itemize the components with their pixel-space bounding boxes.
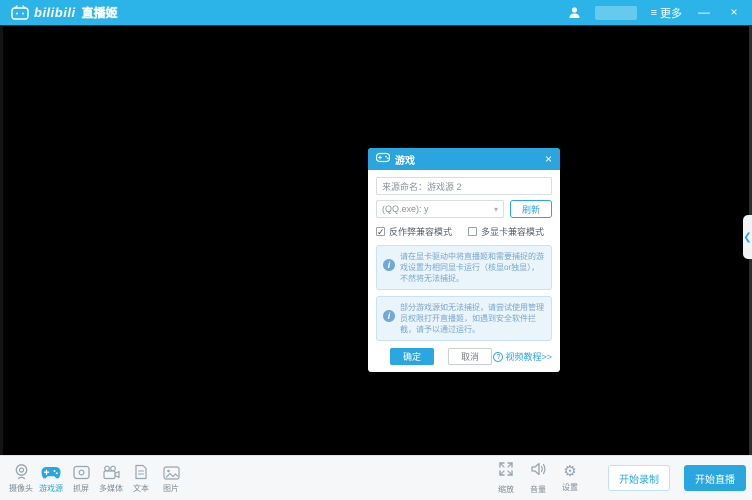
gpu-driver-notice-text: 请在显卡驱动中将直播姬和需要捕捉的游戏设置为相同显卡运行（核显or独显），不然将… bbox=[400, 251, 545, 284]
start-live-button[interactable]: 开始直播 bbox=[684, 465, 746, 491]
question-circle-icon: ? bbox=[493, 352, 503, 362]
multigpu-checkbox[interactable]: 多显卡兼容模式 bbox=[468, 225, 544, 238]
game-source-dialog: 游戏 × 来源命名： 游戏源 2 (QQ.exe): y ▾ 刷新 ✓ 反作弊兼… bbox=[368, 148, 560, 372]
process-select[interactable]: (QQ.exe): y ▾ bbox=[376, 200, 504, 218]
screen-capture-icon bbox=[73, 462, 90, 480]
scale-label: 缩放 bbox=[498, 484, 514, 495]
scale-icon bbox=[498, 461, 514, 482]
source-game-label: 游戏源 bbox=[39, 483, 63, 494]
tv-logo-icon bbox=[10, 5, 30, 20]
info-icon: i bbox=[383, 259, 395, 271]
webcam-icon bbox=[13, 462, 30, 480]
chevron-down-icon: ▾ bbox=[494, 205, 498, 214]
settings-gear-icon: ⚙ bbox=[563, 464, 576, 480]
admin-permission-notice-text: 部分游戏源如无法捕捉，请尝试使用管理员权限打开直播姬，如遇到安全软件拦截，请予以… bbox=[400, 302, 545, 335]
bottom-toolbar: 摄像头 游戏源 抓屏 多媒体 bbox=[0, 455, 752, 500]
refresh-button[interactable]: 刷新 bbox=[510, 200, 552, 218]
logo-product-name: 直播姬 bbox=[82, 4, 118, 21]
source-media-label: 多媒体 bbox=[99, 483, 123, 494]
gamepad-header-icon bbox=[376, 150, 390, 168]
minimize-button[interactable]: — bbox=[696, 0, 712, 25]
settings-label: 设置 bbox=[562, 482, 578, 493]
app-logo: bilibili 直播姬 bbox=[10, 4, 118, 21]
ok-button[interactable]: 确定 bbox=[390, 348, 434, 365]
source-text-button[interactable]: 文本 bbox=[126, 462, 156, 494]
username-redacted[interactable] bbox=[595, 6, 637, 20]
source-camera-label: 摄像头 bbox=[9, 483, 33, 494]
chevron-left-icon: ❮ bbox=[743, 232, 751, 243]
gpu-driver-notice: i 请在显卡驱动中将直播姬和需要捕捉的游戏设置为相同显卡运行（核显or独显），不… bbox=[376, 245, 552, 290]
text-icon bbox=[134, 462, 148, 480]
source-name-input[interactable]: 来源命名： 游戏源 2 bbox=[376, 177, 552, 195]
volume-icon bbox=[530, 461, 547, 482]
side-panel-expand-tab[interactable]: ❮ bbox=[743, 215, 752, 259]
user-avatar-icon[interactable] bbox=[568, 6, 581, 19]
source-camera-button[interactable]: 摄像头 bbox=[6, 462, 36, 494]
hamburger-icon: ≡ bbox=[651, 7, 657, 19]
source-name-label: 来源命名： bbox=[382, 180, 427, 193]
more-menu-button[interactable]: ≡ 更多 bbox=[651, 5, 682, 21]
source-text-label: 文本 bbox=[133, 483, 149, 494]
source-media-button[interactable]: 多媒体 bbox=[96, 462, 126, 494]
checkbox-unchecked-icon bbox=[468, 227, 477, 236]
admin-permission-notice: i 部分游戏源如无法捕捉，请尝试使用管理员权限打开直播姬，如遇到安全软件拦截，请… bbox=[376, 296, 552, 341]
more-label: 更多 bbox=[660, 5, 682, 21]
video-tutorial-link[interactable]: ? 视频教程>> bbox=[493, 350, 552, 363]
anticheat-label: 反作弊兼容模式 bbox=[389, 225, 452, 238]
volume-button[interactable]: 音量 bbox=[522, 461, 554, 495]
dialog-header: 游戏 × bbox=[368, 148, 560, 170]
logo-wordmark: bilibili bbox=[34, 5, 76, 20]
start-record-button[interactable]: 开始录制 bbox=[608, 465, 670, 491]
dialog-title: 游戏 bbox=[395, 152, 415, 167]
video-tutorial-label: 视频教程>> bbox=[505, 350, 552, 363]
close-window-button[interactable]: × bbox=[726, 0, 742, 25]
source-image-button[interactable]: 图片 bbox=[156, 462, 186, 494]
source-screen-capture-label: 抓屏 bbox=[73, 483, 89, 494]
media-camera-icon bbox=[102, 462, 120, 480]
source-screen-capture-button[interactable]: 抓屏 bbox=[66, 462, 96, 494]
source-name-value: 游戏源 2 bbox=[427, 180, 462, 193]
cancel-button[interactable]: 取消 bbox=[448, 348, 492, 365]
source-game-button[interactable]: 游戏源 bbox=[36, 462, 66, 494]
checkbox-checked-icon: ✓ bbox=[376, 227, 385, 236]
volume-label: 音量 bbox=[530, 484, 546, 495]
source-image-label: 图片 bbox=[163, 483, 179, 494]
image-icon bbox=[163, 462, 180, 480]
process-select-value: (QQ.exe): y bbox=[382, 204, 429, 214]
multigpu-label: 多显卡兼容模式 bbox=[481, 225, 544, 238]
settings-button[interactable]: ⚙ 设置 bbox=[554, 464, 586, 493]
dialog-close-icon[interactable]: × bbox=[545, 148, 552, 170]
info-icon: i bbox=[383, 310, 395, 322]
titlebar: bilibili 直播姬 ≡ 更多 — × bbox=[0, 0, 752, 25]
gamepad-icon bbox=[41, 462, 61, 480]
scale-button[interactable]: 缩放 bbox=[490, 461, 522, 495]
anticheat-checkbox[interactable]: ✓ 反作弊兼容模式 bbox=[376, 225, 452, 238]
